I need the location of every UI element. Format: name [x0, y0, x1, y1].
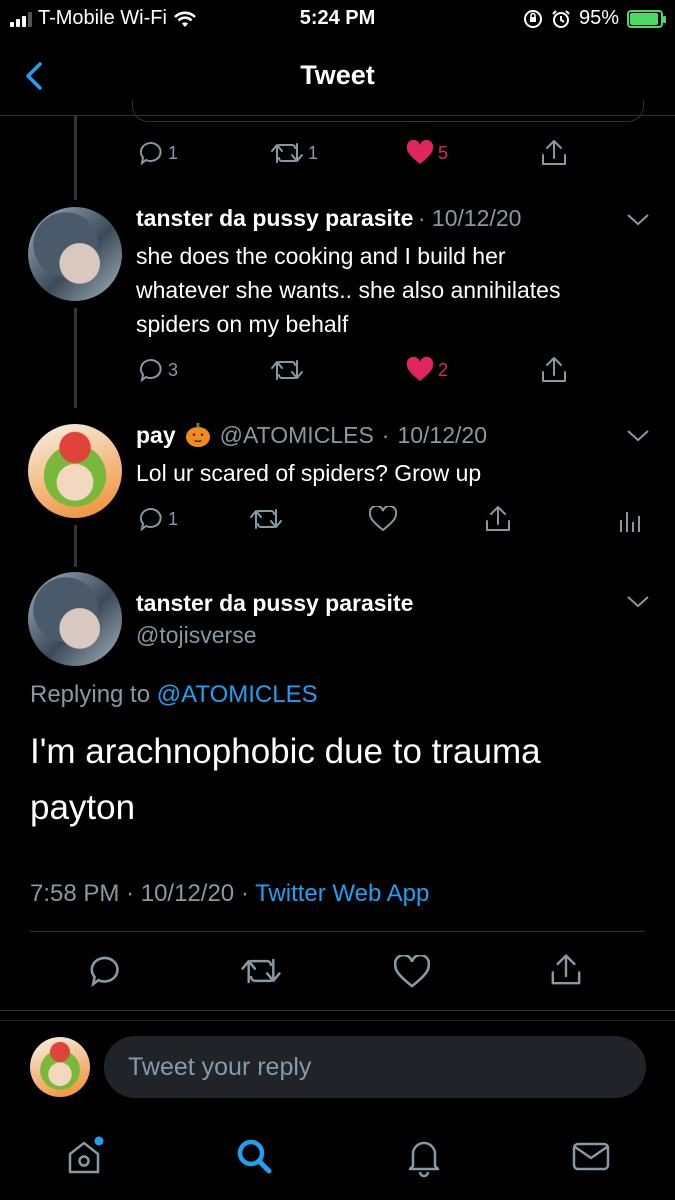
replying-to: Replying to @ATOMICLES	[30, 681, 318, 709]
reply-button[interactable]: 1	[138, 506, 178, 532]
quoted-card-edge	[132, 100, 644, 122]
share-icon[interactable]	[548, 952, 584, 988]
like-count: 2	[438, 359, 449, 380]
reply-icon	[139, 507, 162, 532]
tweet-text-line: she does the cooking and I build her	[136, 243, 506, 269]
replying-prefix: Replying to	[30, 681, 151, 708]
tweet-meta: 7:58 PM · 10/12/20 · Twitter Web App	[30, 880, 429, 908]
share-icon	[542, 357, 566, 382]
separator-dot: ·	[381, 421, 390, 448]
status-bar: T-Mobile Wi-Fi 5:24 PM 95%	[0, 0, 675, 40]
tweet-time: 7:58 PM	[30, 880, 120, 907]
heart-filled-icon	[406, 357, 434, 381]
reply-count: 3	[168, 359, 179, 380]
pumpkin-icon	[185, 423, 210, 447]
home-icon[interactable]	[62, 1134, 106, 1178]
chevron-down-icon[interactable]	[626, 212, 650, 228]
like-button[interactable]	[369, 506, 397, 532]
share-button[interactable]	[483, 504, 513, 534]
tweet-text-line: I'm arachnophobic due to trauma	[30, 732, 541, 771]
reply-input[interactable]: Tweet your reply	[104, 1036, 646, 1098]
retweet-button[interactable]	[249, 506, 283, 532]
reply-icon[interactable]	[88, 954, 122, 988]
heart-outline-icon	[369, 506, 397, 532]
messages-envelope-icon[interactable]	[569, 1134, 613, 1178]
tweet-date: 10/12/20	[140, 880, 235, 907]
divider	[30, 931, 645, 932]
tweet-header: tanster da pussy parasite · 10/12/20	[136, 205, 521, 232]
thread-line	[74, 116, 77, 200]
alarm-icon	[552, 9, 570, 28]
heart-filled-icon	[406, 140, 434, 164]
like-count: 5	[438, 142, 449, 163]
focus-tweet-text: I'm arachnophobic due to trauma payton	[30, 724, 541, 836]
avatar[interactable]	[28, 207, 122, 301]
share-icon	[542, 140, 566, 165]
avatar[interactable]	[28, 424, 122, 518]
user-handle[interactable]: @tojisverse	[136, 622, 257, 649]
page-title: Tweet	[300, 60, 375, 90]
display-name[interactable]: tanster da pussy parasite	[136, 590, 413, 617]
analytics-icon	[620, 512, 640, 532]
retweet-button[interactable]	[270, 357, 304, 383]
tweet-text-line: payton	[30, 788, 136, 827]
source-link[interactable]: Twitter Web App	[255, 880, 429, 907]
divider	[0, 1020, 675, 1021]
battery-fill	[630, 12, 659, 25]
tweet-text-line: spiders on my behalf	[136, 311, 349, 337]
display-name[interactable]: pay	[136, 422, 176, 449]
rotation-lock-icon	[523, 9, 542, 28]
share-button[interactable]	[539, 138, 569, 168]
tweet-header: pay @ATOMICLES · 10/12/20	[136, 421, 487, 449]
tweet-date: 10/12/20	[431, 205, 522, 231]
reply-icon	[139, 358, 162, 383]
analytics-button[interactable]	[618, 506, 642, 534]
separator-dot: ·	[240, 880, 256, 907]
chevron-down-icon[interactable]	[626, 594, 650, 610]
retweet-button[interactable]: 1	[270, 140, 318, 166]
thread-line	[74, 525, 77, 567]
display-name[interactable]: tanster da pussy parasite	[136, 205, 413, 231]
tab-bar	[0, 1120, 675, 1200]
replying-handle-link[interactable]: @ATOMICLES	[157, 681, 318, 708]
tweet-text: Lol ur scared of spiders? Grow up	[136, 456, 481, 490]
search-icon[interactable]	[232, 1134, 276, 1178]
retweet-icon	[250, 509, 282, 529]
reply-button[interactable]: 3	[138, 357, 178, 383]
notifications-bell-icon[interactable]	[402, 1134, 446, 1178]
battery-icon	[627, 9, 666, 28]
divider	[0, 1010, 675, 1011]
separator-dot: ·	[417, 205, 432, 231]
avatar[interactable]	[28, 572, 122, 666]
battery-percent: 95%	[578, 7, 619, 29]
reply-icon	[139, 141, 162, 166]
my-avatar[interactable]	[30, 1037, 90, 1097]
tweet-text: she does the cooking and I build her wha…	[136, 239, 560, 341]
share-icon	[486, 506, 510, 531]
tweet-date: 10/12/20	[397, 421, 487, 448]
heart-outline-icon[interactable]	[394, 955, 430, 989]
retweet-count: 1	[308, 142, 319, 163]
status-right: 95%	[523, 7, 666, 30]
share-button[interactable]	[539, 355, 569, 385]
retweet-icon	[271, 360, 303, 380]
user-handle[interactable]: @ATOMICLES	[220, 422, 374, 449]
separator-dot: ·	[126, 880, 141, 907]
reply-count: 1	[168, 142, 179, 163]
retweet-icon	[271, 143, 303, 163]
like-button[interactable]: 2	[406, 357, 448, 383]
thread-line	[74, 308, 77, 408]
retweet-icon[interactable]	[240, 955, 282, 987]
reply-button[interactable]: 1	[138, 140, 178, 166]
reply-count: 1	[168, 508, 179, 529]
chevron-down-icon[interactable]	[626, 428, 650, 444]
tweet-text-line: Lol ur scared of spiders? Grow up	[136, 460, 482, 486]
like-button[interactable]: 5	[406, 140, 448, 166]
tweet-text-line: whatever she wants.. she also annihilate…	[136, 277, 561, 303]
